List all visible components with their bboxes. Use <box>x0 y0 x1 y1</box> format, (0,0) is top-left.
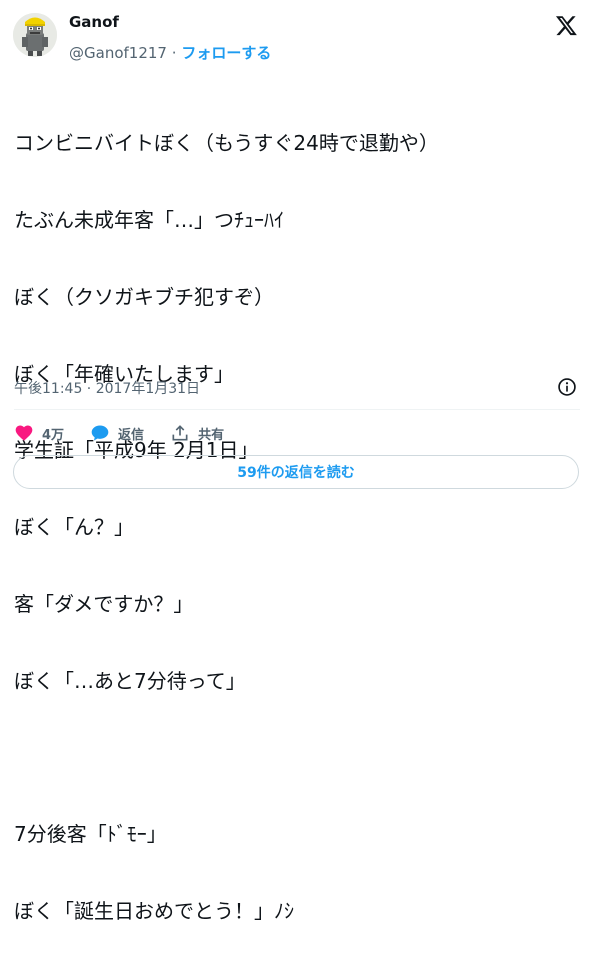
x-logo-icon[interactable] <box>555 14 578 37</box>
follow-button[interactable]: フォローする <box>181 44 271 62</box>
tweet-line: ぼく「誕生日おめでとう！」ﾉｼ <box>14 899 294 923</box>
author-name[interactable]: Ganof <box>69 13 119 31</box>
like-button[interactable]: 4万 <box>14 423 64 443</box>
action-bar: 4万 返信 共有 <box>14 420 250 446</box>
info-icon[interactable] <box>557 377 577 397</box>
heart-icon <box>15 425 33 441</box>
reply-button[interactable]: 返信 <box>90 423 144 443</box>
tweet-line: ぼく（クソガキブチ犯すぞ） <box>14 284 274 309</box>
share-icon <box>172 425 188 441</box>
tweet-line: コンビニバイトぼく（もうすぐ24時で退勤や） <box>14 131 439 156</box>
like-count: 4万 <box>42 427 65 443</box>
share-label: 共有 <box>198 427 225 443</box>
author-handle[interactable]: @Ganof1217 <box>69 44 167 62</box>
tweet-line: たぶん未成年客「…」つﾁｭｰﾊｲ <box>14 207 284 232</box>
tweet-text: コンビニバイトぼく（もうすぐ24時で退勤や） たぶん未成年客「…」つﾁｭｰﾊｲ … <box>14 80 580 976</box>
reply-bubble-icon <box>91 425 109 441</box>
tweet-line: ぼく「ん？」 <box>14 515 134 540</box>
timestamp[interactable]: 午後11:45 · 2017年1月31日 <box>14 378 200 398</box>
share-button[interactable]: 共有 <box>170 423 224 443</box>
author-handle-row: @Ganof1217 · フォローする <box>69 42 271 63</box>
reply-label: 返信 <box>118 427 145 443</box>
divider <box>14 409 580 410</box>
tweet-line: ぼく「…あと7分待って」 <box>14 668 246 693</box>
tweet-card: Ganof @Ganof1217 · フォローする コンビニバイトぼく（もうすぐ… <box>0 0 592 923</box>
tweet-line: 客「ダメですか？」 <box>14 591 194 616</box>
separator-dot: · <box>171 44 177 62</box>
tweet-line: 7分後客「ﾄﾞﾓｰ」 <box>14 822 167 847</box>
read-replies-button[interactable]: 59件の返信を読む <box>13 455 579 489</box>
avatar[interactable] <box>13 13 57 57</box>
